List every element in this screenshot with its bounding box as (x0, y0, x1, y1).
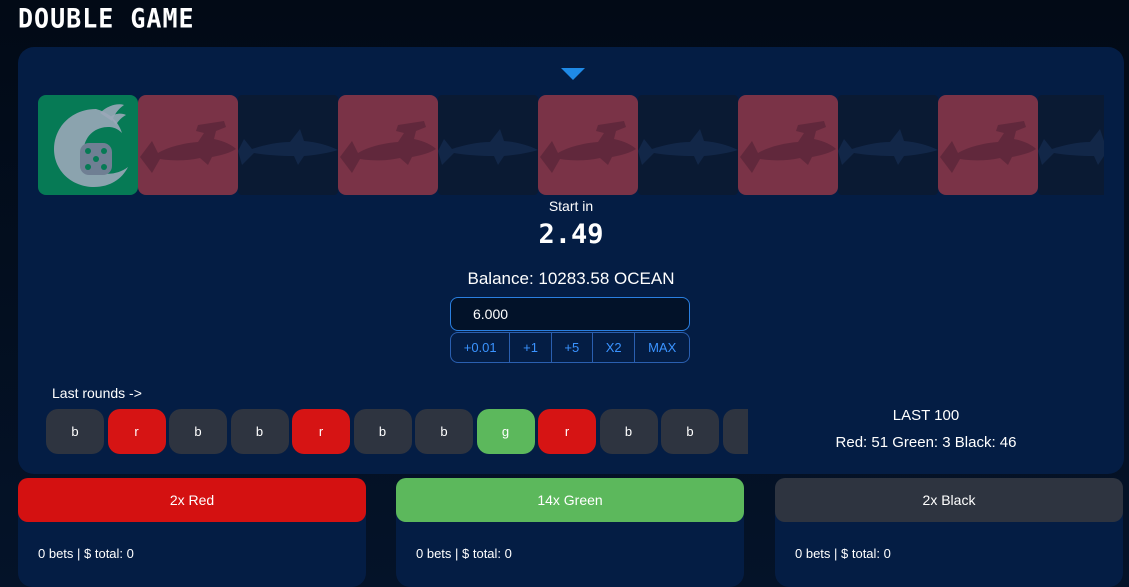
roulette-tile-red (338, 95, 438, 195)
last-round-chip: b (353, 409, 412, 454)
last-round-chip: g (476, 409, 535, 454)
last-round-chip: b (230, 409, 289, 454)
last-round-chip: b (661, 409, 719, 454)
quick-bet-plus-5-button[interactable]: +5 (552, 333, 593, 362)
bet-green-button[interactable]: 14x Green (396, 478, 744, 522)
bet-card-green: 14x Green 0 bets | $ total: 0 (396, 478, 744, 587)
quick-bet-plus-1-button[interactable]: +1 (510, 333, 552, 362)
bet-green-summary: 0 bets | $ total: 0 (416, 546, 512, 561)
last-round-chip: b (599, 409, 658, 454)
countdown-timer: 2.49 (538, 219, 604, 250)
bet-red-summary: 0 bets | $ total: 0 (38, 546, 134, 561)
page-title: DOUBLE GAME (18, 3, 195, 34)
roulette-tile-red (738, 95, 838, 195)
quick-bet-x2-button[interactable]: X2 (593, 333, 636, 362)
bet-card-red: 2x Red 0 bets | $ total: 0 (18, 478, 366, 587)
roulette-tile-green (38, 95, 138, 195)
quick-bet-max-button[interactable]: MAX (635, 333, 689, 362)
roulette-tile-black (438, 95, 538, 195)
bet-black-summary: 0 bets | $ total: 0 (795, 546, 891, 561)
quick-bet-plus-001-button[interactable]: +0.01 (451, 333, 511, 362)
last-round-chip: b (169, 409, 227, 454)
roulette-tile-black (238, 95, 338, 195)
last-round-chip: b (722, 409, 748, 454)
roulette-tile-black (838, 95, 938, 195)
balance-display: Balance: 10283.58 OCEAN (467, 269, 675, 288)
last-round-chip: r (538, 409, 596, 454)
start-in-label: Start in (548, 198, 594, 214)
last-round-chip: b (415, 409, 473, 454)
roulette-strip (38, 95, 1104, 195)
roulette-tile-red (138, 95, 238, 195)
roulette-tile-black (638, 95, 738, 195)
last-round-chip: r (292, 409, 350, 454)
bet-amount-input[interactable] (450, 297, 690, 331)
roulette-pointer-icon (561, 68, 585, 80)
quick-bet-buttons: +0.01 +1 +5 X2 MAX (450, 332, 690, 363)
roulette-tile-black (1038, 95, 1104, 195)
last-100-title: LAST 100 (892, 407, 960, 424)
last-round-chip: r (107, 409, 166, 454)
last-rounds-label: Last rounds -> (52, 385, 142, 401)
last-100-stats: Red: 51 Green: 3 Black: 46 (835, 434, 1017, 451)
bet-card-black: 2x Black 0 bets | $ total: 0 (775, 478, 1123, 587)
game-panel: Start in 2.49 Balance: 10283.58 OCEAN +0… (18, 47, 1124, 474)
bet-black-button[interactable]: 2x Black (775, 478, 1123, 522)
last-round-chip: b (46, 409, 104, 454)
bet-red-button[interactable]: 2x Red (18, 478, 366, 522)
last-rounds-list: brbbrbbgrbbb (44, 409, 748, 455)
roulette-tile-red (538, 95, 638, 195)
roulette-tile-red (938, 95, 1038, 195)
